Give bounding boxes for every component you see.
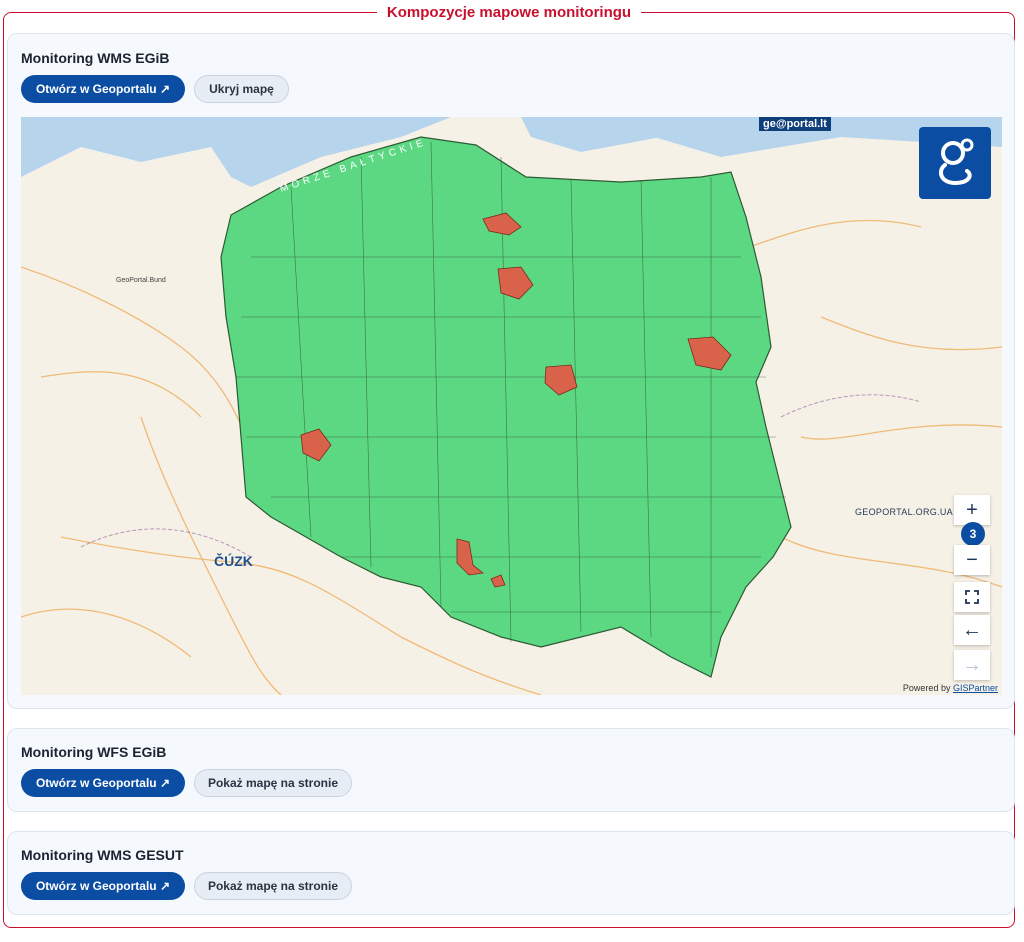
map-basemap: MORZE BAŁTYCKIE — [21, 117, 1002, 695]
g-icon — [938, 138, 974, 186]
open-geoportal-button[interactable]: Otwórz w Geoportalu ↗ — [21, 769, 185, 797]
card-title: Monitoring WMS GESUT — [21, 847, 184, 863]
hide-map-button[interactable]: Ukryj mapę — [194, 75, 289, 103]
geoportal-g-logo — [919, 127, 991, 199]
card-title: Monitoring WFS EGiB — [21, 744, 167, 760]
cuzk-logo: ČÚZK — [214, 553, 253, 569]
zoom-level-badge: 3 — [961, 522, 985, 546]
card-title: Monitoring WMS EGiB — [21, 50, 170, 66]
show-map-button[interactable]: Pokaż mapę na stronie — [194, 872, 352, 900]
section-title: Kompozycje mapowe monitoringu — [386, 4, 632, 21]
geoportal-ua-logo: GEOPORTAL.ORG.UA — [855, 507, 953, 517]
open-geoportal-button[interactable]: Otwórz w Geoportalu ↗ — [21, 872, 185, 900]
back-extent-button[interactable]: ← — [954, 615, 990, 645]
credit-prefix: Powered by — [902, 683, 951, 693]
forward-extent-button[interactable]: → — [954, 650, 990, 680]
geoportal-de-logo: GeoPortal.Bund — [116, 277, 166, 284]
geoportal-lt-logo: ge@portal.lt — [759, 117, 831, 131]
card-wfs-egib: Monitoring WFS EGiB Otwórz w Geoportalu … — [7, 728, 1015, 812]
fullscreen-icon — [965, 590, 979, 604]
credit-link[interactable]: GISPartner — [953, 683, 998, 693]
zoom-in-button[interactable]: + — [954, 495, 990, 525]
show-map-button[interactable]: Pokaż mapę na stronie — [194, 769, 352, 797]
map-viewer[interactable]: MORZE BAŁTYCKIE ge@portal.lt GEOPORTAL.O… — [21, 117, 1002, 695]
card-wms-egib: Monitoring WMS EGiB Otwórz w Geoportalu … — [7, 33, 1015, 709]
open-geoportal-button[interactable]: Otwórz w Geoportalu ↗ — [21, 75, 185, 103]
map-credit: Powered by GISPartner — [903, 683, 998, 693]
card-wms-gesut: Monitoring WMS GESUT Otwórz w Geoportalu… — [7, 831, 1015, 915]
fullscreen-button[interactable] — [954, 582, 990, 612]
zoom-out-button[interactable]: − — [954, 545, 990, 575]
